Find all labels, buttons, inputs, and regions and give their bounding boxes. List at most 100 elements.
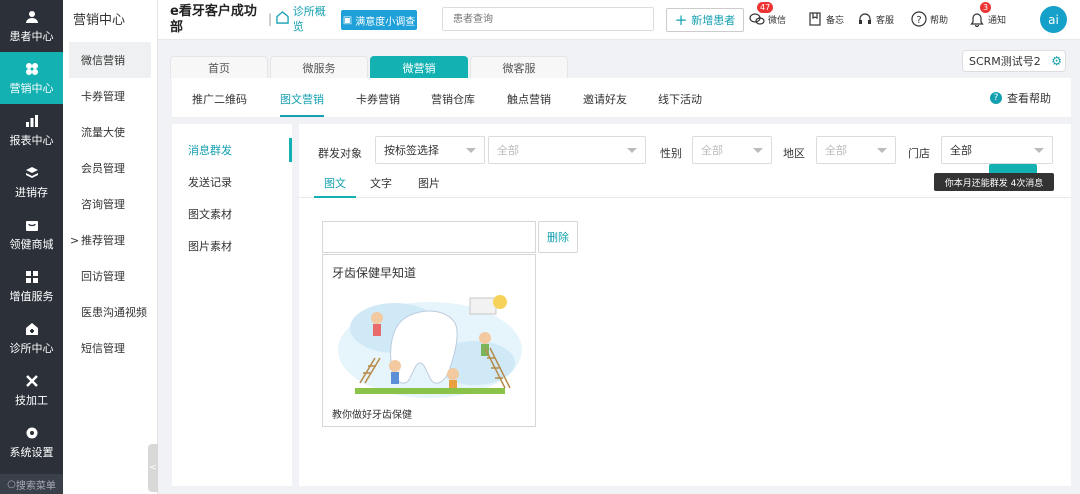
wechat-label: 微信: [768, 15, 787, 26]
tab-home[interactable]: 首页: [170, 56, 268, 78]
submenu-item-label: 推荐管理: [81, 234, 125, 247]
submenu-item-members[interactable]: 会员管理: [63, 150, 157, 186]
submenu-item-followup[interactable]: 回访管理: [63, 258, 157, 294]
nav-item-report[interactable]: 报表中心: [0, 104, 63, 156]
sub-tabs: 推广二维码 图文营销 卡券营销 营销仓库 触点营销 邀请好友 线下活动 ? 查看…: [172, 78, 1071, 118]
nav-item-label: 技加工: [15, 393, 48, 407]
subtab-graphic-marketing[interactable]: 图文营销: [280, 91, 324, 117]
clinic-name: e看牙客户成功部: [170, 4, 257, 35]
submenu-item-referral[interactable]: > 推荐管理: [63, 222, 157, 258]
chevron-down-icon: [753, 148, 763, 153]
notification-badge: 3: [980, 2, 992, 13]
help-button[interactable]: ? 帮助: [910, 10, 948, 28]
memo-icon: [806, 10, 824, 28]
value-added-icon: [24, 269, 40, 285]
gear-icon[interactable]: ⚙: [1051, 54, 1062, 68]
card-cover-image: [338, 295, 522, 398]
view-help-label: 查看帮助: [1007, 92, 1051, 105]
nav-item-value-added[interactable]: 增值服务: [0, 260, 63, 312]
nav-item-clinic[interactable]: 诊所中心: [0, 312, 63, 364]
nav-item-patient[interactable]: 患者中心: [0, 0, 63, 52]
nav-item-label: 报表中心: [9, 133, 54, 147]
wechat-button[interactable]: 47 微信: [748, 2, 787, 28]
question-icon: ?: [910, 10, 928, 28]
graphic-title-input[interactable]: [322, 221, 536, 253]
clinic-overview-link[interactable]: 诊所概览: [276, 4, 336, 34]
target-select[interactable]: 按标签选择: [375, 136, 485, 164]
submenu-item-sms[interactable]: 短信管理: [63, 330, 157, 366]
report-icon: [24, 113, 40, 129]
marketing-icon: [24, 61, 40, 77]
customer-service-button[interactable]: 客服: [856, 10, 894, 28]
delete-button[interactable]: 删除: [538, 221, 578, 253]
subtab-qr-code[interactable]: 推广二维码: [192, 91, 247, 107]
card-description: 教你做好牙齿保健: [332, 410, 412, 421]
card-title: 牙齿保健早知道: [332, 266, 417, 280]
submenu-item-wechat-marketing[interactable]: 微信营销: [69, 42, 151, 78]
gender-label: 性别: [660, 147, 682, 160]
nav-item-label: 营销中心: [9, 81, 54, 95]
tag-select-value: 全部: [497, 144, 519, 157]
tab-micro-customer-service[interactable]: 微客服: [470, 56, 568, 78]
content-type-tabs: 图文 文字 图片: [299, 170, 1071, 198]
submenu-item-consultation[interactable]: 咨询管理: [63, 186, 157, 222]
tab-micro-marketing[interactable]: 微营销: [370, 56, 468, 78]
bell-icon: 3: [968, 2, 992, 28]
new-patient-label: 新增患者: [691, 14, 736, 27]
subtab-coupon-marketing[interactable]: 卡券营销: [356, 91, 400, 107]
menu-search-label: 搜索菜单: [15, 480, 56, 492]
main-tabs: 首页 微服务 微营销 微客服 SCRM测试号2 ⚙: [158, 41, 1080, 78]
user-avatar[interactable]: ai: [1040, 6, 1067, 33]
side-item-graphic-material[interactable]: 图文素材: [172, 198, 292, 230]
nav-item-label: 患者中心: [9, 29, 54, 43]
clinic-overview-label: 诊所概览: [292, 5, 326, 33]
tab-micro-service[interactable]: 微服务: [270, 56, 368, 78]
collapse-menu-handle[interactable]: <: [148, 444, 158, 492]
nav-item-marketing[interactable]: 营销中心: [0, 52, 63, 104]
chevron-left-icon: <: [149, 463, 157, 473]
side-item-mass-message[interactable]: 消息群发: [172, 134, 292, 166]
gear-icon: [24, 425, 40, 441]
side-item-send-history[interactable]: 发送记录: [172, 166, 292, 198]
new-patient-button[interactable]: + 新增患者: [666, 8, 744, 32]
patient-search-input[interactable]: [442, 7, 654, 31]
store-select[interactable]: 全部: [941, 136, 1053, 164]
submenu-item-doctor-patient-video[interactable]: 医患沟通视频: [63, 294, 157, 330]
content-tab-graphic[interactable]: 图文: [314, 175, 356, 198]
content-tab-image[interactable]: 图片: [418, 175, 440, 198]
secondary-menu: 营销中心 微信营销 卡券管理 流量大使 会员管理 咨询管理 > 推荐管理 回访管…: [63, 0, 158, 494]
graphic-card[interactable]: 牙齿保健早知道 教你做好牙齿保健: [322, 254, 536, 427]
main-navigation: 患者中心 营销中心 报表中心 进销存 领健商城 增值服务 诊所中心 技加工 系统…: [0, 0, 63, 494]
notification-button[interactable]: 3 通知: [968, 2, 1006, 28]
tag-select[interactable]: 全部: [488, 136, 646, 164]
question-icon: ?: [990, 92, 1002, 104]
subtab-offline-events[interactable]: 线下活动: [658, 91, 702, 107]
svg-text:?: ?: [916, 15, 921, 26]
nav-item-tools[interactable]: 技加工: [0, 364, 63, 416]
nav-item-inventory[interactable]: 进销存: [0, 156, 63, 208]
subtab-marketing-warehouse[interactable]: 营销仓库: [431, 91, 475, 107]
nav-item-label: 系统设置: [9, 445, 54, 459]
gender-select[interactable]: 全部: [692, 136, 772, 164]
tools-icon: [24, 373, 40, 389]
subtab-invite-friends[interactable]: 邀请好友: [583, 91, 627, 107]
nav-item-mall[interactable]: 领健商城: [0, 208, 63, 260]
subtab-touchpoint-marketing[interactable]: 触点营销: [507, 91, 551, 107]
memo-button[interactable]: 备忘: [806, 10, 844, 28]
store-select-value: 全部: [950, 144, 972, 157]
gender-select-value: 全部: [701, 144, 723, 157]
menu-search[interactable]: ○ 搜索菜单: [0, 474, 63, 494]
submenu-item-traffic-ambassador[interactable]: 流量大使: [63, 114, 157, 150]
side-item-image-material[interactable]: 图片素材: [172, 230, 292, 262]
content-tab-text[interactable]: 文字: [370, 175, 392, 198]
account-selector[interactable]: SCRM测试号2 ⚙: [962, 50, 1066, 72]
satisfaction-survey-button[interactable]: ▣ 满意度小调查: [341, 10, 417, 30]
chevron-down-icon: [466, 148, 476, 153]
submenu-item-coupons[interactable]: 卡券管理: [63, 78, 157, 114]
headset-icon: [856, 10, 874, 28]
nav-item-settings[interactable]: 系统设置: [0, 416, 63, 468]
view-help-link[interactable]: ? 查看帮助: [990, 90, 1051, 106]
region-select[interactable]: 全部: [816, 136, 896, 164]
survey-label: 满意度小调查: [355, 16, 416, 28]
message-side-menu: 消息群发 发送记录 图文素材 图片素材: [172, 124, 292, 486]
